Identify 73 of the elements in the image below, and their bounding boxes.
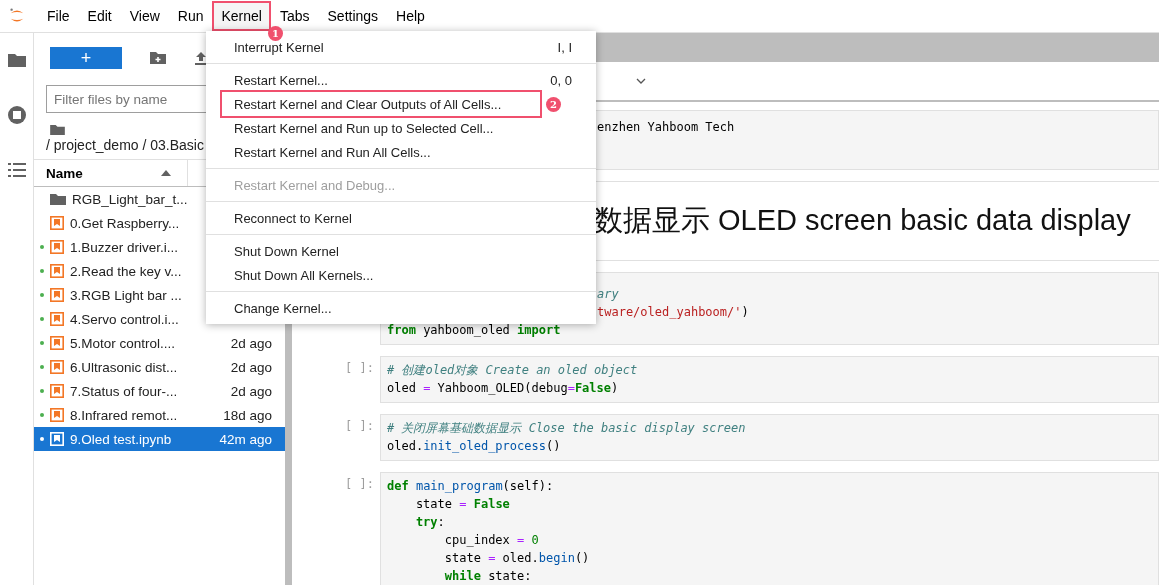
notebook-icon bbox=[50, 360, 64, 374]
file-name: 6.Ultrasonic dist... bbox=[70, 359, 179, 375]
new-folder-icon[interactable] bbox=[150, 51, 166, 64]
stop-circle-icon[interactable] bbox=[6, 105, 27, 125]
modified-time: 2d ago bbox=[230, 335, 272, 351]
notebook-icon bbox=[50, 384, 64, 398]
modified-time: 18d ago bbox=[223, 407, 272, 423]
notebook-icon bbox=[50, 336, 64, 350]
chevron-down-icon[interactable] bbox=[636, 78, 646, 84]
menu-item[interactable]: Kernel bbox=[212, 1, 271, 31]
notebook-heading: 数据显示 OLED screen basic data display bbox=[594, 203, 1131, 238]
code-line: oled.init_oled_process() bbox=[387, 438, 561, 455]
folder-icon bbox=[50, 193, 66, 205]
file-row[interactable]: 9.Oled test.ipynb 42m ago bbox=[34, 427, 285, 451]
notebook-icon bbox=[50, 408, 64, 422]
menu-item[interactable]: Reconnect to Kernel bbox=[206, 206, 596, 230]
code-line: enzhen Yahboom Tech bbox=[597, 119, 735, 136]
modified-time: 2d ago bbox=[230, 383, 272, 399]
code-line: cpu_index = 0 bbox=[443, 532, 539, 549]
code-line: ary bbox=[597, 286, 619, 303]
modified-time: 42m ago bbox=[219, 431, 272, 447]
cell-prompt: [ ]: bbox=[345, 477, 374, 491]
file-name: 0.Get Raspberry... bbox=[70, 215, 181, 231]
file-name: 5.Motor control.... bbox=[70, 335, 177, 351]
notebook-icon bbox=[50, 240, 64, 254]
notebook-icon bbox=[50, 432, 64, 446]
file-name: 8.Infrared remot... bbox=[70, 407, 179, 423]
file-name: 3.RGB Light bar ... bbox=[70, 287, 183, 303]
code-line: # 创建oled对象 Create an oled object bbox=[387, 362, 638, 379]
step-badge: 2 bbox=[546, 97, 561, 112]
modified-time: 2d ago bbox=[230, 359, 272, 375]
menu-item[interactable]: Settings bbox=[318, 1, 388, 31]
folder-icon[interactable] bbox=[50, 124, 65, 135]
file-row[interactable]: 6.Ultrasonic dist... 2d ago bbox=[34, 355, 285, 379]
list-icon[interactable] bbox=[7, 163, 26, 177]
code-cell[interactable]: # 关闭屏幕基础数据显示 Close the basic display screen oled.init_oled_process() bbox=[380, 414, 1159, 461]
file-row[interactable]: 5.Motor control.... 2d ago bbox=[34, 331, 285, 355]
file-name: 2.Read the key v... bbox=[70, 263, 183, 279]
code-line: # 关闭屏幕基础数据显示 Close the basic display screen bbox=[387, 420, 746, 437]
code-line: try: bbox=[414, 514, 445, 531]
file-name: 1.Buzzer driver.i... bbox=[70, 239, 180, 255]
folder-icon[interactable] bbox=[7, 53, 26, 67]
menu-item[interactable]: Help bbox=[387, 1, 434, 31]
sort-ascending-icon[interactable] bbox=[161, 170, 171, 176]
new-launcher-button[interactable]: + bbox=[50, 46, 122, 69]
file-name: 7.Status of four-... bbox=[70, 383, 179, 399]
code-line: def main_program(self): bbox=[387, 478, 554, 495]
code-line: oled = Yahboom_OLED(debug=False) bbox=[387, 380, 619, 397]
notebook-icon bbox=[50, 264, 64, 278]
menu-item[interactable]: Shut Down Kernel bbox=[206, 239, 596, 263]
file-row[interactable]: 8.Infrared remot... 18d ago bbox=[34, 403, 285, 427]
code-line: from yahboom_oled import bbox=[387, 322, 561, 339]
cell-prompt: [ ]: bbox=[345, 361, 374, 375]
menu-item[interactable]: File bbox=[38, 1, 79, 31]
column-header[interactable]: Name bbox=[46, 165, 83, 181]
menu-item[interactable]: Run bbox=[168, 1, 213, 31]
code-line: state = False bbox=[414, 496, 510, 513]
notebook-icon bbox=[50, 288, 64, 302]
notebook-icon bbox=[50, 216, 64, 230]
menu-item[interactable]: View bbox=[120, 1, 169, 31]
code-cell[interactable]: # 创建oled对象 Create an oled object oled = Yahboom_OLED(debug=False) bbox=[380, 356, 1159, 403]
code-line: state = oled.begin() bbox=[443, 550, 590, 567]
menu-item[interactable]: Edit bbox=[78, 1, 121, 31]
upload-icon[interactable] bbox=[194, 50, 208, 65]
file-name: 4.Servo control.i... bbox=[70, 311, 180, 327]
cell-prompt: [ ]: bbox=[345, 419, 374, 433]
code-line: while state: bbox=[443, 568, 532, 585]
code-line: tware/oled_yahboom/') bbox=[597, 304, 749, 321]
notebook-icon bbox=[50, 312, 64, 326]
file-name: 9.Oled test.ipynb bbox=[70, 431, 173, 447]
code-cell[interactable]: def main_program(self): state = False try: cpu_index = 0 state = oled.begin() while state: bbox=[380, 472, 1159, 585]
file-row[interactable]: 7.Status of four-... 2d ago bbox=[34, 379, 285, 403]
file-name: RGB_Light_bar_t... bbox=[72, 191, 189, 207]
